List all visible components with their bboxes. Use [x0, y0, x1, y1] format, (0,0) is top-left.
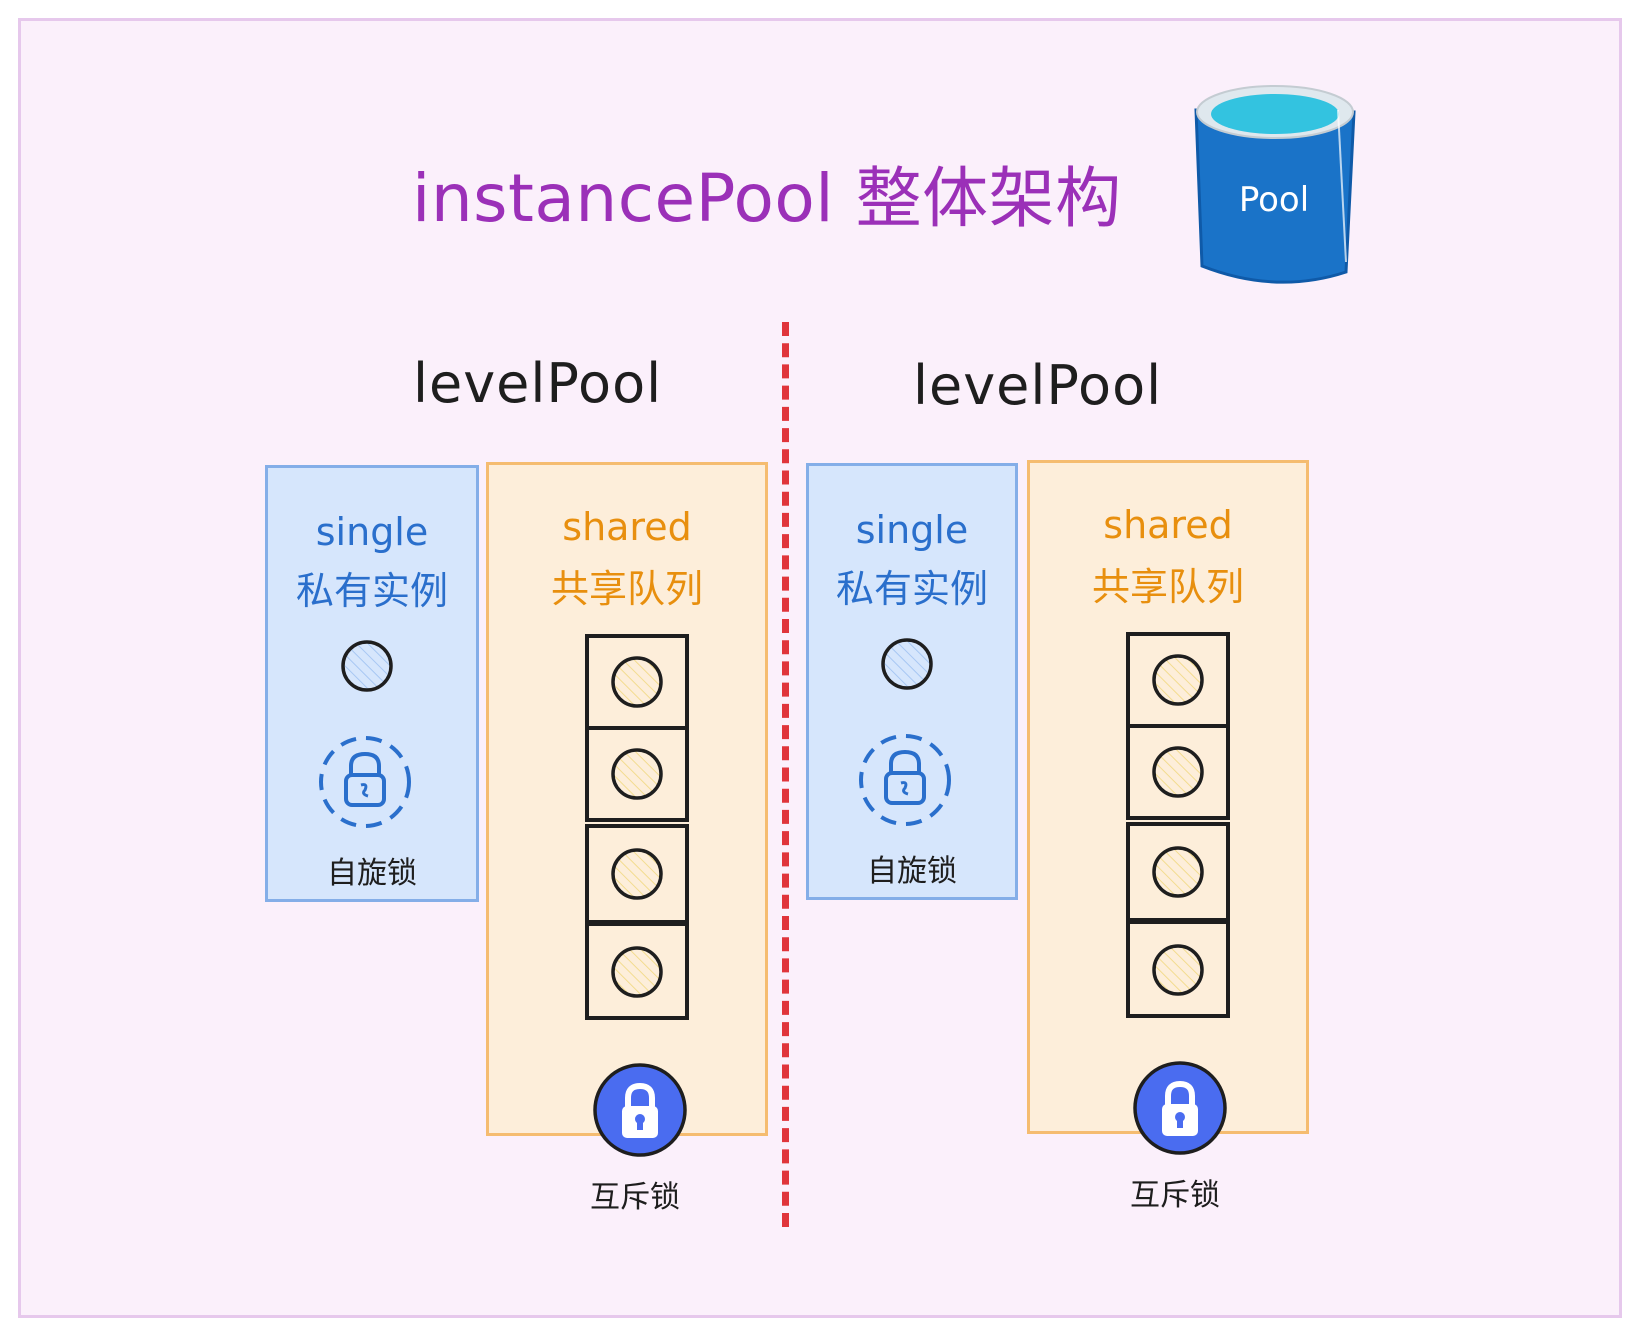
queue-slot — [1126, 724, 1230, 820]
pool-bucket-icon: Pool — [1194, 85, 1356, 284]
single-zh-label-left: 私有实例 — [295, 569, 448, 613]
mutex-lock-icon-left — [593, 1063, 687, 1157]
mutex-lock-icon-right — [1133, 1061, 1227, 1155]
shared-zh-label-right: 共享队列 — [1091, 565, 1244, 609]
mutex-label-right: 互斥锁 — [1130, 1178, 1220, 1213]
queue-slot — [585, 922, 689, 1020]
pool-label: Pool — [1239, 180, 1309, 220]
divider-line — [782, 322, 789, 1227]
shared-zh-label-left: 共享队列 — [550, 567, 703, 611]
levelpool-label-right: levelPool — [913, 354, 1163, 417]
single-label-left: single — [315, 510, 429, 554]
spin-lock-icon-right — [859, 734, 951, 826]
queue-slot — [585, 824, 689, 924]
mutex-label-left: 互斥锁 — [590, 1180, 680, 1215]
shared-label-left: shared — [562, 505, 692, 549]
diagram-title: instancePool 整体架构 — [412, 160, 1122, 237]
spin-lock-icon-left — [319, 736, 411, 828]
shared-queue-right — [1126, 632, 1230, 1018]
shared-label-right: shared — [1103, 503, 1233, 547]
private-instance-left — [341, 640, 393, 692]
queue-slot — [1126, 822, 1230, 922]
levelpool-label-left: levelPool — [413, 352, 663, 415]
spin-lock-label-right: 自旋锁 — [867, 854, 957, 889]
queue-slot — [1126, 920, 1230, 1018]
single-label-right: single — [855, 508, 969, 552]
private-instance-right — [881, 638, 933, 690]
queue-slot — [1126, 632, 1230, 728]
shared-queue-left — [585, 634, 689, 1020]
queue-slot — [585, 634, 689, 730]
single-zh-label-right: 私有实例 — [835, 567, 988, 611]
queue-slot — [585, 726, 689, 822]
spin-lock-label-left: 自旋锁 — [327, 856, 417, 891]
